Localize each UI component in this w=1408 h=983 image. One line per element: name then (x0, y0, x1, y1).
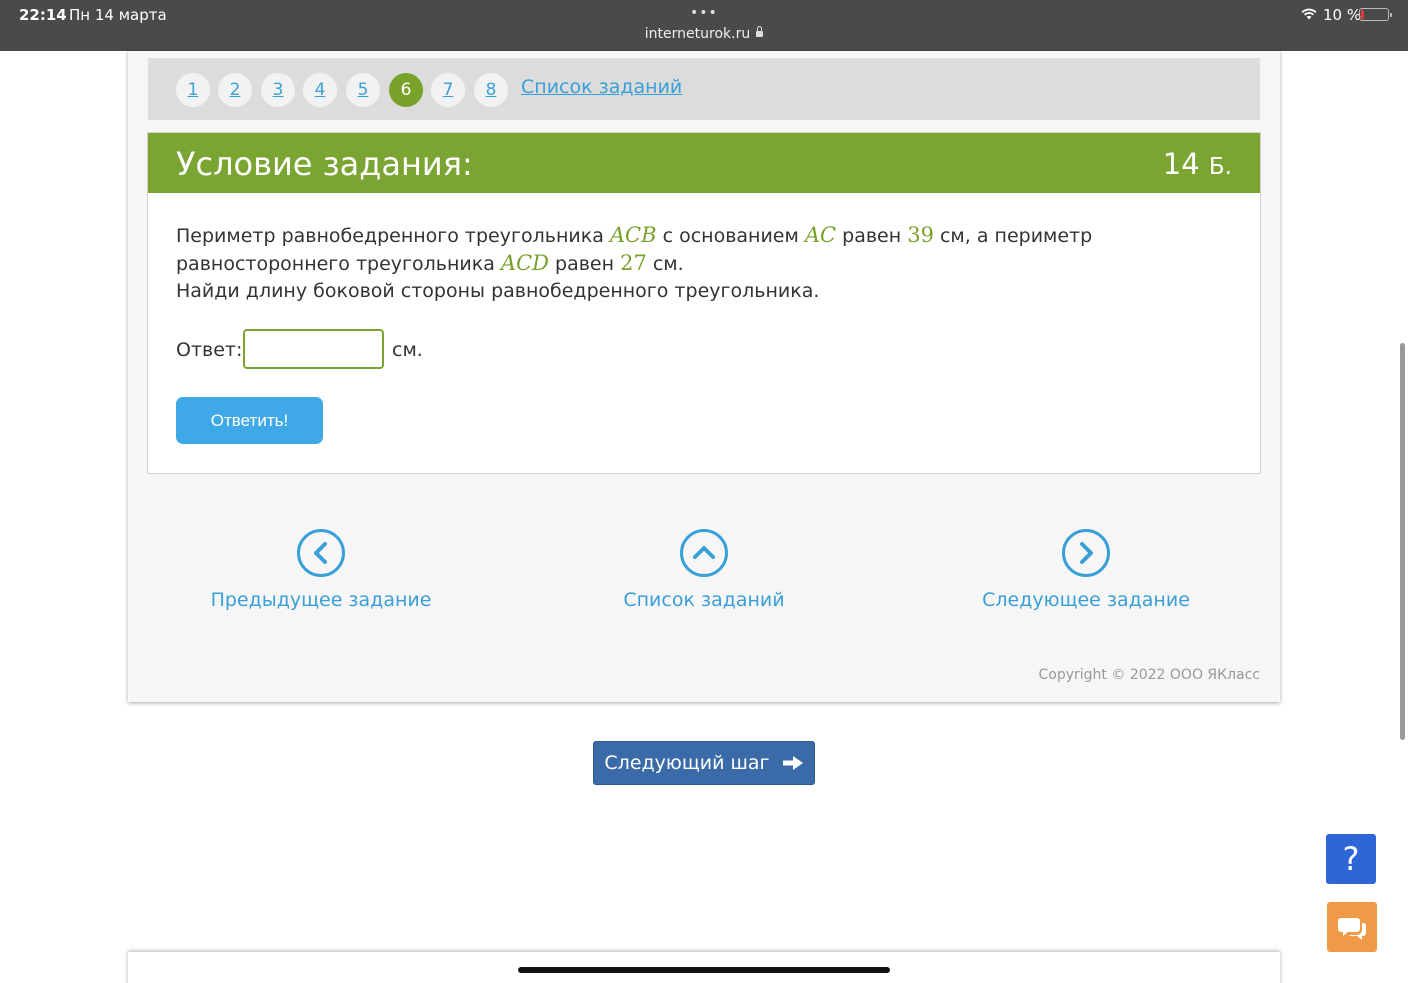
math-ac: AC (804, 223, 837, 247)
chat-button[interactable] (1327, 902, 1377, 952)
answer-unit: см. (392, 339, 423, 361)
points-value: 14 (1162, 147, 1200, 181)
task-panel: Условие задания: 14 Б. Периметр равнобед… (147, 132, 1261, 474)
statement-text: равен (836, 225, 908, 247)
math-acd: ACD (500, 251, 549, 275)
home-indicator[interactable] (518, 967, 890, 973)
statement-text: с основанием (656, 225, 805, 247)
task-list-link[interactable]: Список заданий (521, 76, 682, 98)
arrow-right-icon (782, 756, 803, 770)
battery-icon (1359, 8, 1392, 21)
status-date: Пн 14 марта (69, 6, 167, 24)
copyright: Copyright © 2022 ООО ЯКласс (1038, 667, 1260, 683)
page-link-6-active[interactable]: 6 (389, 73, 423, 107)
task-list-nav-label: Список заданий (623, 589, 785, 611)
page-scrollbar[interactable] (1400, 343, 1405, 740)
help-button[interactable]: ? (1326, 834, 1376, 884)
next-step-button[interactable]: Следующий шаг (593, 741, 815, 785)
chevron-right-icon (1062, 529, 1110, 577)
page-link-5[interactable]: 5 (346, 73, 380, 107)
chevron-up-icon (680, 529, 728, 577)
task-card: 1 2 3 4 5 6 7 8 Список заданий Условие з… (128, 51, 1280, 702)
page-link-2[interactable]: 2 (218, 73, 252, 107)
status-bar: 22:14 Пн 14 марта ••• interneturok.ru 10… (0, 0, 1408, 51)
math-39: 39 (907, 223, 934, 247)
page-link-8[interactable]: 8 (474, 73, 508, 107)
next-task-link[interactable]: Следующее задание (956, 529, 1216, 611)
battery-percent: 10 % (1323, 6, 1362, 24)
task-title: Условие задания: (176, 145, 473, 183)
statement-text: см. (646, 253, 684, 275)
statement-question: Найди длину боковой стороны равнобедренн… (176, 280, 820, 302)
answer-label: Ответ: (176, 339, 243, 361)
status-time: 22:14 (19, 6, 67, 24)
page-link-1[interactable]: 1 (176, 73, 210, 107)
page-link-7[interactable]: 7 (431, 73, 465, 107)
answer-input[interactable] (243, 329, 384, 369)
task-header: Условие задания: 14 Б. (148, 133, 1260, 193)
chevron-left-icon (297, 529, 345, 577)
lock-icon (756, 26, 764, 37)
math-acb: ACB (609, 223, 657, 247)
statement-text: равен (548, 253, 621, 275)
prev-task-link[interactable]: Предыдущее задание (191, 529, 451, 611)
task-pager: 1 2 3 4 5 6 7 8 Список заданий (148, 58, 1260, 120)
task-points: 14 Б. (1163, 147, 1232, 181)
address-bar[interactable]: interneturok.ru (0, 26, 1408, 42)
statement-text: Периметр равнобедренного треугольника (176, 225, 610, 247)
points-unit: Б. (1208, 154, 1232, 180)
wifi-icon (1301, 8, 1317, 20)
page-link-4[interactable]: 4 (303, 73, 337, 107)
task-statement: Периметр равнобедренного треугольника AC… (176, 222, 1236, 305)
next-step-label: Следующий шаг (604, 752, 770, 774)
task-list-nav-link[interactable]: Список заданий (574, 529, 834, 611)
next-task-label: Следующее задание (982, 589, 1190, 611)
page-link-3[interactable]: 3 (261, 73, 295, 107)
prev-task-label: Предыдущее задание (210, 589, 432, 611)
multitasking-dots-icon[interactable]: ••• (690, 5, 718, 21)
math-27: 27 (620, 251, 647, 275)
chat-icon (1338, 918, 1366, 940)
submit-answer-button[interactable]: Ответить! (176, 397, 323, 444)
url-text: interneturok.ru (644, 26, 751, 42)
